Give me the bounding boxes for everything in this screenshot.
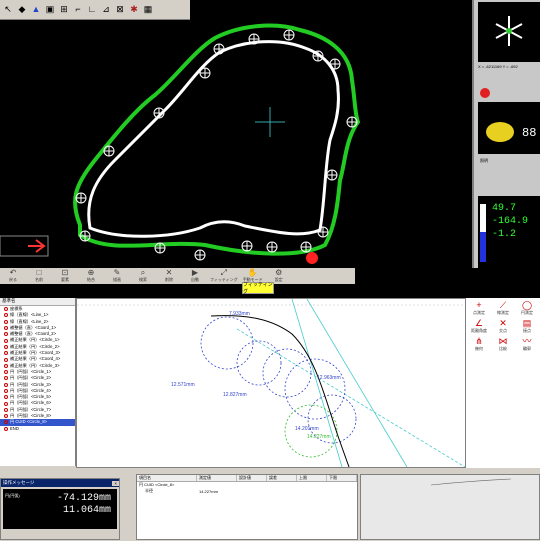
image-viewer[interactable]: ↖ ◆ ▲ ▣ ⊞ ⌐ ∟ ⊿ ⊠ ✱ ▦ <box>0 0 472 268</box>
readout-z: -1.2 <box>492 229 517 240</box>
label-6: 14.227mm <box>307 434 331 440</box>
layers-icon[interactable]: ◆ <box>16 3 28 17</box>
label-3: 12.827mm <box>223 392 247 398</box>
element-icon <box>4 313 8 318</box>
circle-measure-tool[interactable]: ◯ 円測定 <box>516 300 538 316</box>
info-value-2: 11.064mm <box>62 505 111 516</box>
viewer-toolbar: ↖ ◆ ▲ ▣ ⊞ ⌐ ∟ ⊿ ⊠ ✱ ▦ <box>0 0 190 20</box>
geometry-tool[interactable]: ⋔ 幾何 <box>468 336 490 352</box>
point-measure-tool[interactable]: + 点測定 <box>468 300 490 316</box>
object-preview: 88 <box>478 102 540 154</box>
tree-header: 基準名 <box>0 298 75 306</box>
element-icon <box>4 382 8 387</box>
tree-item-label: END <box>10 425 19 431</box>
profile-view[interactable] <box>360 474 540 540</box>
tools-panel: + 点測定 ⟋ 線測定 ◯ 円測定 ∠ 距離角度 ✕ 交点 ▤ 接点 ⋔ 幾何 ⋈ 比較 〰輪郭 <box>466 298 540 468</box>
contour-view <box>0 23 361 264</box>
lower-toolbar: ↶ 戻る □ 名前 ⊡ 要素 ⊕ 結合 ✎ 描画 ⌕ 検索 ✕ 削除 ▶ 自動 ⤢ フィッティング… <box>0 268 355 284</box>
element-button[interactable]: ⊡ 要素 <box>54 269 76 283</box>
color-icon[interactable]: ▲ <box>30 3 42 17</box>
search-button[interactable]: ⌕ 検索 <box>132 269 154 283</box>
element-icon <box>4 307 8 312</box>
contour-icon[interactable]: ▣ <box>44 3 56 17</box>
element-icon <box>4 376 8 381</box>
compare-tool[interactable]: ⋈ 比較 <box>492 336 514 352</box>
axis-icon[interactable]: ∟ <box>86 3 98 17</box>
element-icon <box>4 426 8 431</box>
auto-button[interactable]: ▶ 自動 <box>184 269 206 283</box>
info-window: 操作メッセージ × 円(円弧) -74.129mm 11.064mm <box>0 478 120 540</box>
measurement-canvas[interactable]: 7.933mm 12.571mm 12.827mm 12.963mm 14.20… <box>76 298 466 468</box>
measurement-drawing: 7.933mm 12.571mm 12.827mm 12.963mm 14.20… <box>77 298 466 468</box>
fitting-button[interactable]: フィッティング <box>242 282 274 295</box>
element-icon <box>4 332 8 337</box>
grid-icon[interactable]: ⊞ <box>58 3 70 17</box>
info-title: 操作メッセージ <box>3 480 35 485</box>
element-icon <box>4 414 8 419</box>
result-table[interactable]: 項目名 測定値 設計値 誤差 上限 下限 円 CUID <Circle_8> 半… <box>136 474 358 540</box>
svg-text:88: 88 <box>522 126 536 140</box>
intersection-tool[interactable]: ✕ 交点 <box>492 318 514 334</box>
element-icon <box>4 389 8 393</box>
light-label: 照明 <box>480 158 488 163</box>
close-icon[interactable]: × <box>112 480 119 486</box>
element-icon <box>4 395 8 400</box>
readout-display: 49.7 -164.9 -1.2 <box>478 196 540 268</box>
coords-readout: X = -6211169 Y = -692 <box>478 64 518 69</box>
element-icon <box>4 344 8 349</box>
info-display: 円(円弧) -74.129mm 11.064mm <box>3 489 117 529</box>
right-panel: X = -6211169 Y = -692 88 照明 49.7 -164.9 … <box>472 0 540 268</box>
element-icon <box>4 357 8 362</box>
tree-item[interactable]: END <box>0 426 75 432</box>
arrow-icon[interactable]: ↖ <box>2 3 14 17</box>
scale-icon[interactable]: ⊿ <box>100 3 112 17</box>
label-2: 12.571mm <box>171 382 195 388</box>
element-icon <box>4 338 8 343</box>
camera-preview <box>478 2 540 62</box>
label-1: 7.933mm <box>229 311 250 317</box>
rec-icon[interactable] <box>480 88 490 98</box>
readout-y: -164.9 <box>492 216 529 227</box>
element-icon <box>4 363 8 368</box>
name-button[interactable]: □ 名前 <box>28 269 50 283</box>
element-icon <box>4 420 8 425</box>
element-icon <box>4 407 8 412</box>
join-button[interactable]: ⊕ 結合 <box>80 269 102 283</box>
element-icon <box>4 401 8 406</box>
draw-button[interactable]: ✎ 描画 <box>106 269 128 283</box>
settings-icon[interactable]: ▦ <box>142 3 154 17</box>
element-icon <box>4 326 8 331</box>
label-5: 14.201mm <box>295 426 319 432</box>
result-header: 項目名 測定値 設計値 誤差 上限 下限 <box>137 475 357 482</box>
undo-button[interactable]: ↶ 戻る <box>2 269 24 283</box>
measure-icon[interactable]: ⊠ <box>114 3 126 17</box>
contour-tool[interactable]: 〰輪郭 <box>516 336 538 352</box>
delete-button[interactable]: ✕ 削除 <box>158 269 180 283</box>
table-row[interactable]: 半径 14.227mm <box>137 488 357 494</box>
tangent-tool[interactable]: ▤ 接点 <box>516 318 538 334</box>
label-4: 12.963mm <box>317 375 341 381</box>
element-tree[interactable]: 基準名 座標系 線（直線）<Line_1> 線（直線）<Line_2> 補整値（直）<… <box>0 298 76 466</box>
line-measure-tool[interactable]: ⟋ 線測定 <box>492 300 514 316</box>
tool-icon[interactable]: ✱ <box>128 3 140 17</box>
element-icon <box>4 370 8 375</box>
element-icon <box>4 319 8 324</box>
fit-button[interactable]: ⤢ フィッティング <box>210 269 238 283</box>
edge-icon[interactable]: ⌐ <box>72 3 84 17</box>
info-subtitle: 円(円弧) <box>5 493 20 498</box>
readout-x: 49.7 <box>492 203 517 214</box>
element-icon <box>4 351 8 356</box>
angle-tool[interactable]: ∠ 距離角度 <box>468 318 490 334</box>
